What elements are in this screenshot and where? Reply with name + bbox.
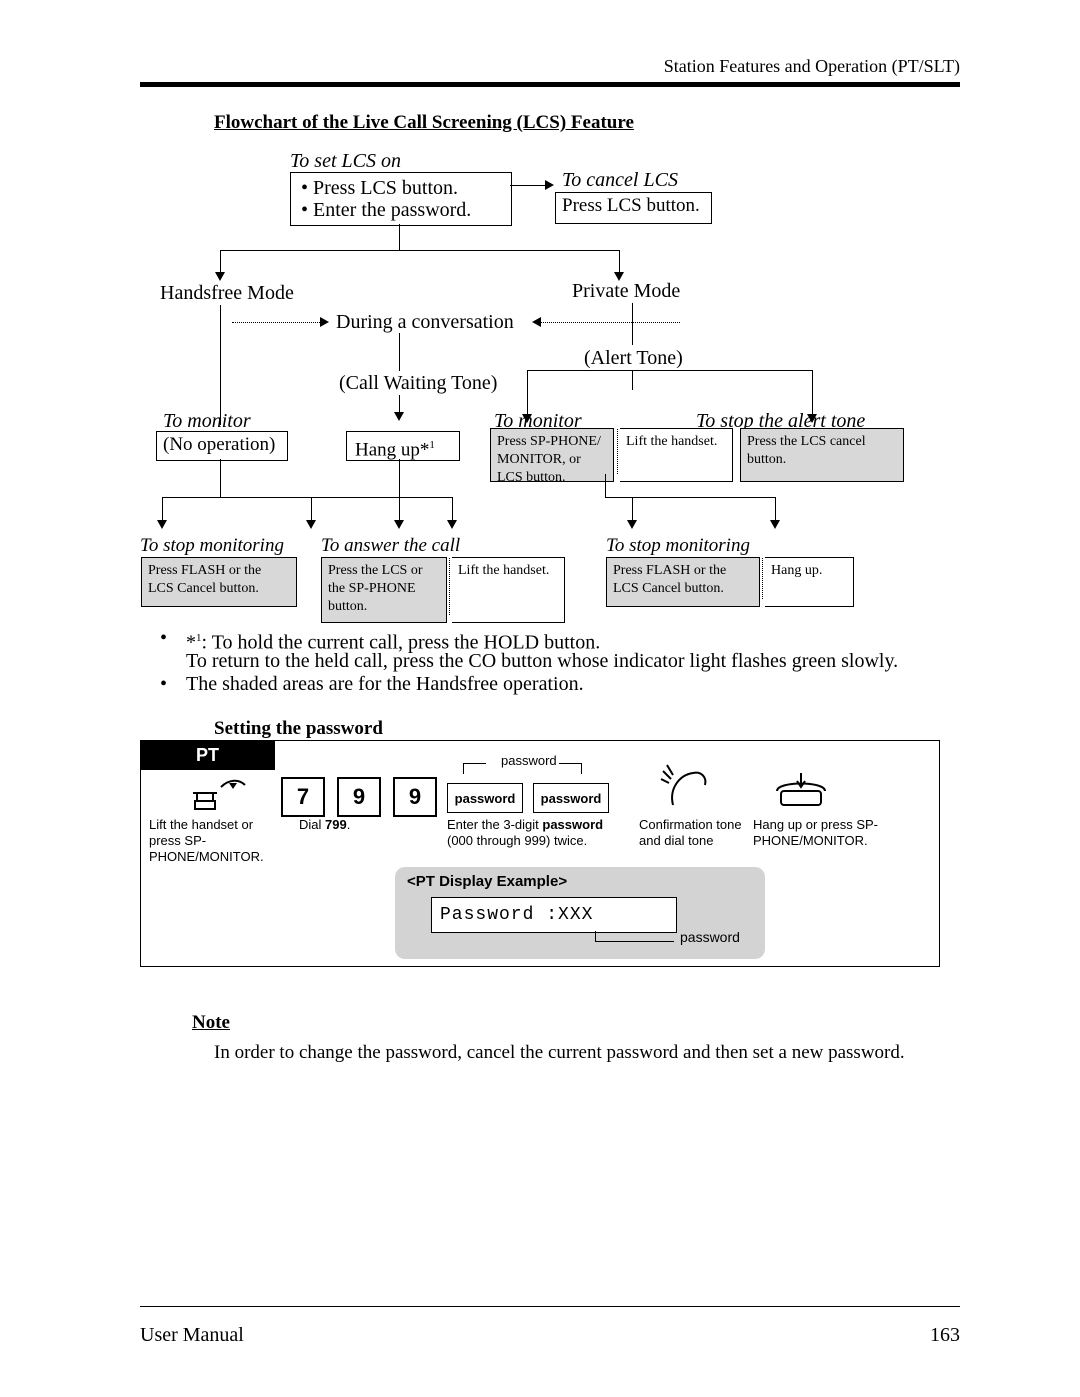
connector: [510, 185, 545, 186]
password-panel: PT Lift the handset or press SP-PHONE/MO…: [140, 740, 940, 967]
footer-page-number: 163: [930, 1324, 960, 1347]
connector: [220, 250, 620, 251]
bullet-dot: • Press LCS button.: [301, 177, 458, 199]
display-password-label: password: [680, 929, 740, 945]
box-set-lcs-on: • Press LCS button. • Enter the password…: [290, 172, 512, 226]
pt-tab: PT: [140, 740, 275, 770]
lift-handset-icon: [187, 773, 247, 815]
display-example-title: <PT Display Example>: [407, 873, 567, 890]
caption-confirmation-tone: Confirmation tone and dial tone: [639, 817, 745, 849]
display-example-bubble: <PT Display Example> Password :XXX passw…: [395, 867, 765, 959]
connector: [399, 224, 400, 250]
bullet-dot: •: [160, 627, 167, 650]
confirmation-tone-icon: [657, 761, 713, 813]
box-lift-handset: Lift the handset.: [620, 428, 733, 482]
label-during-conversation: During a conversation: [336, 311, 514, 333]
bullet-2: The shaded areas are for the Handsfree o…: [186, 673, 584, 695]
connector: [619, 250, 620, 274]
display-underline: [595, 931, 674, 942]
connector: [399, 459, 400, 523]
header-chapter: Station Features and Operation (PT/SLT): [664, 56, 960, 77]
connector: [220, 459, 221, 497]
password-box-2: password: [533, 783, 609, 813]
bullet-1-line2: To return to the held call, press the CO…: [186, 650, 898, 672]
dial-digit-2: 9: [337, 777, 381, 817]
caption-to-monitor-left: To monitor: [163, 410, 251, 432]
bracket-password-label: password: [501, 753, 557, 769]
caption-enter-password: Enter the 3-digit password (000 through …: [447, 817, 621, 849]
password-box-1: password: [447, 783, 523, 813]
set-on-line2: Enter the password.: [313, 199, 471, 221]
bracket-right: [559, 763, 582, 774]
bullet-dot2: • Enter the password.: [301, 199, 471, 221]
connector: [220, 305, 221, 425]
set-on-line1: Press LCS button.: [313, 177, 458, 199]
connector: [632, 303, 633, 345]
divider-dotted: [762, 558, 763, 599]
connector: [605, 474, 606, 497]
hang-up-icon: [769, 767, 833, 811]
connector: [220, 250, 221, 274]
box-press-flash-right: Press FLASH or the LCS Cancel button.: [606, 557, 760, 607]
arrow-down-icon: [215, 272, 225, 281]
caption-set-lcs-on: To set LCS on: [290, 150, 401, 172]
connector: [605, 497, 775, 498]
box-press-lcs-sp: Press the LCS or the SP-PHONE button.: [321, 557, 447, 623]
caption-cancel-lcs: To cancel LCS: [562, 169, 678, 191]
dotted-connector: [540, 322, 680, 323]
box-press-flash-left: Press FLASH or the LCS Cancel button.: [141, 557, 297, 607]
arrow-down-icon: [627, 520, 637, 529]
arrow-right-icon: [320, 317, 329, 327]
no-op-text: (No operation): [163, 434, 275, 456]
box-no-operation: (No operation): [156, 431, 288, 461]
arrow-down-icon: [770, 520, 780, 529]
caption-stop-monitoring-right: To stop monitoring: [606, 535, 750, 557]
box-cancel-lcs: Press LCS button.: [555, 192, 712, 224]
connector: [632, 370, 633, 390]
arrow-down-icon: [394, 412, 404, 421]
footer-rule: [140, 1306, 960, 1307]
caption-stop-monitoring-left: To stop monitoring: [140, 535, 284, 557]
footer-manual: User Manual: [140, 1324, 244, 1347]
caption-answer-call: To answer the call: [321, 535, 460, 557]
box-lcs-cancel: Press the LCS cancel button.: [740, 428, 904, 482]
box-sp-phone-monitor: Press SP-PHONE/ MONITOR, or LCS button.: [490, 428, 614, 482]
hangup-text: Hang up*1: [355, 434, 435, 461]
label-alert-tone: (Alert Tone): [584, 347, 683, 369]
bullet-dot: •: [160, 673, 167, 696]
label-call-waiting-tone: (Call Waiting Tone): [339, 372, 497, 394]
divider-dotted: [617, 429, 618, 474]
arrow-down-icon: [157, 520, 167, 529]
page: Station Features and Operation (PT/SLT) …: [0, 0, 1080, 1397]
box-hangup-2: Hang up.: [765, 557, 854, 607]
arrow-down-icon: [394, 520, 404, 529]
box-hangup: Hang up*1: [346, 431, 460, 461]
note-heading: Note: [192, 1012, 230, 1034]
box-lift-handset-2: Lift the handset.: [452, 557, 565, 623]
label-private: Private Mode: [572, 280, 680, 302]
caption-hang-up: Hang up or press SP-PHONE/MONITOR.: [753, 817, 923, 849]
note-body: In order to change the password, cancel …: [214, 1042, 905, 1064]
dotted-connector: [232, 322, 322, 323]
cancel-body: Press LCS button.: [562, 195, 700, 217]
dial-digit-1: 7: [281, 777, 325, 817]
section-setting-password: Setting the password: [214, 718, 383, 740]
connector: [399, 333, 400, 371]
connector: [162, 497, 452, 498]
dial-digit-3: 9: [393, 777, 437, 817]
display-example-screen: Password :XXX: [431, 897, 677, 933]
label-handsfree: Handsfree Mode: [160, 282, 294, 304]
caption-lift-handset: Lift the handset or press SP-PHONE/MONIT…: [149, 817, 279, 865]
header-rule: [140, 82, 960, 87]
caption-dial: Dial 799.: [299, 817, 350, 833]
arrow-down-icon: [306, 520, 316, 529]
bracket-left: [463, 763, 486, 774]
divider-dotted: [449, 558, 450, 615]
flowchart-title: Flowchart of the Live Call Screening (LC…: [214, 112, 634, 134]
connector: [527, 370, 812, 371]
arrow-right-icon: [545, 180, 554, 190]
arrow-down-icon: [447, 520, 457, 529]
arrow-left-icon: [532, 317, 541, 327]
